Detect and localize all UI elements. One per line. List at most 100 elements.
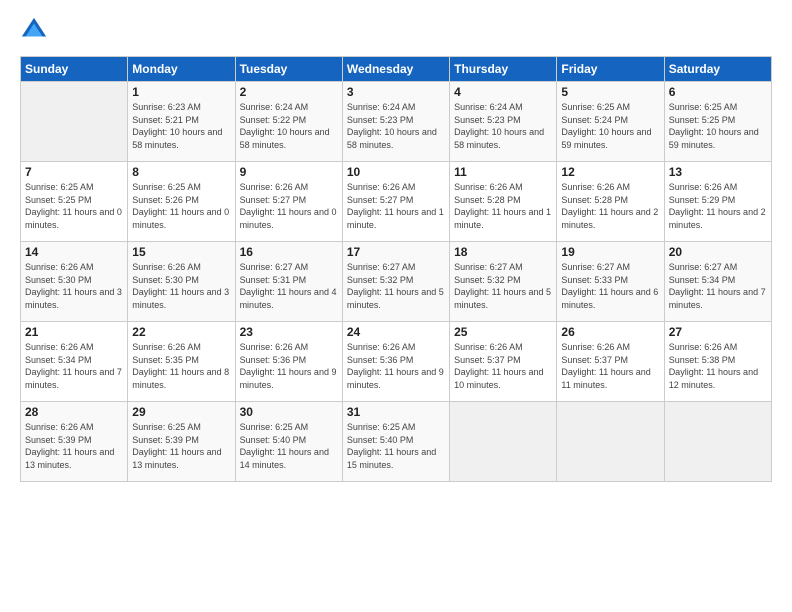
day-number: 21 bbox=[25, 325, 123, 339]
day-info: Sunrise: 6:25 AMSunset: 5:25 PMDaylight:… bbox=[669, 101, 767, 151]
day-info: Sunrise: 6:26 AMSunset: 5:36 PMDaylight:… bbox=[347, 341, 445, 391]
day-info: Sunrise: 6:24 AMSunset: 5:22 PMDaylight:… bbox=[240, 101, 338, 151]
day-info: Sunrise: 6:26 AMSunset: 5:37 PMDaylight:… bbox=[561, 341, 659, 391]
day-number: 11 bbox=[454, 165, 552, 179]
header bbox=[20, 16, 772, 44]
calendar-cell bbox=[21, 82, 128, 162]
page: SundayMondayTuesdayWednesdayThursdayFrid… bbox=[0, 0, 792, 612]
calendar-cell: 26 Sunrise: 6:26 AMSunset: 5:37 PMDayligh… bbox=[557, 322, 664, 402]
calendar-header-row: SundayMondayTuesdayWednesdayThursdayFrid… bbox=[21, 57, 772, 82]
day-number: 25 bbox=[454, 325, 552, 339]
day-number: 20 bbox=[669, 245, 767, 259]
weekday-header-saturday: Saturday bbox=[664, 57, 771, 82]
day-number: 15 bbox=[132, 245, 230, 259]
day-number: 31 bbox=[347, 405, 445, 419]
day-info: Sunrise: 6:25 AMSunset: 5:40 PMDaylight:… bbox=[347, 421, 445, 471]
calendar-cell: 19Sunrise: 6:27 AMSunset: 5:33 PMDayligh… bbox=[557, 242, 664, 322]
day-number: 19 bbox=[561, 245, 659, 259]
calendar-cell: 17 Sunrise: 6:27 AMSunset: 5:32 PMDayligh… bbox=[342, 242, 449, 322]
day-number: 13 bbox=[669, 165, 767, 179]
calendar-cell: 8 Sunrise: 6:25 AMSunset: 5:26 PMDaylight… bbox=[128, 162, 235, 242]
day-number: 17 bbox=[347, 245, 445, 259]
calendar-week-row: 7Sunrise: 6:25 AMSunset: 5:25 PMDaylight… bbox=[21, 162, 772, 242]
day-number: 6 bbox=[669, 85, 767, 99]
day-number: 5 bbox=[561, 85, 659, 99]
calendar-cell: 24 Sunrise: 6:26 AMSunset: 5:36 PMDayligh… bbox=[342, 322, 449, 402]
day-info: Sunrise: 6:26 AMSunset: 5:34 PMDaylight:… bbox=[25, 341, 123, 391]
day-number: 27 bbox=[669, 325, 767, 339]
day-number: 7 bbox=[25, 165, 123, 179]
calendar-week-row: 21 Sunrise: 6:26 AMSunset: 5:34 PMDayligh… bbox=[21, 322, 772, 402]
day-info: Sunrise: 6:26 AMSunset: 5:29 PMDaylight:… bbox=[669, 181, 767, 231]
day-number: 24 bbox=[347, 325, 445, 339]
calendar-cell: 21 Sunrise: 6:26 AMSunset: 5:34 PMDayligh… bbox=[21, 322, 128, 402]
calendar-cell: 28 Sunrise: 6:26 AMSunset: 5:39 PMDayligh… bbox=[21, 402, 128, 482]
calendar-cell: 16Sunrise: 6:27 AMSunset: 5:31 PMDayligh… bbox=[235, 242, 342, 322]
day-info: Sunrise: 6:25 AMSunset: 5:24 PMDaylight:… bbox=[561, 101, 659, 151]
day-info: Sunrise: 6:26 AMSunset: 5:36 PMDaylight:… bbox=[240, 341, 338, 391]
calendar-week-row: 14 Sunrise: 6:26 AMSunset: 5:30 PMDayligh… bbox=[21, 242, 772, 322]
calendar-cell: 11 Sunrise: 6:26 AMSunset: 5:28 PMDayligh… bbox=[450, 162, 557, 242]
weekday-header-friday: Friday bbox=[557, 57, 664, 82]
calendar-cell: 13 Sunrise: 6:26 AMSunset: 5:29 PMDayligh… bbox=[664, 162, 771, 242]
logo-icon bbox=[20, 16, 48, 44]
calendar-cell bbox=[557, 402, 664, 482]
day-info: Sunrise: 6:26 AMSunset: 5:27 PMDaylight:… bbox=[240, 181, 338, 231]
day-info: Sunrise: 6:27 AMSunset: 5:32 PMDaylight:… bbox=[347, 261, 445, 311]
calendar-cell: 15 Sunrise: 6:26 AMSunset: 5:30 PMDayligh… bbox=[128, 242, 235, 322]
calendar-cell: 20Sunrise: 6:27 AMSunset: 5:34 PMDayligh… bbox=[664, 242, 771, 322]
calendar-cell: 30 Sunrise: 6:25 AMSunset: 5:40 PMDayligh… bbox=[235, 402, 342, 482]
calendar-cell: 9Sunrise: 6:26 AMSunset: 5:27 PMDaylight… bbox=[235, 162, 342, 242]
logo bbox=[20, 16, 52, 44]
calendar-week-row: 28 Sunrise: 6:26 AMSunset: 5:39 PMDayligh… bbox=[21, 402, 772, 482]
day-number: 22 bbox=[132, 325, 230, 339]
day-number: 2 bbox=[240, 85, 338, 99]
day-number: 23 bbox=[240, 325, 338, 339]
day-number: 3 bbox=[347, 85, 445, 99]
day-info: Sunrise: 6:26 AMSunset: 5:39 PMDaylight:… bbox=[25, 421, 123, 471]
calendar-cell: 22 Sunrise: 6:26 AMSunset: 5:35 PMDayligh… bbox=[128, 322, 235, 402]
calendar-cell: 14 Sunrise: 6:26 AMSunset: 5:30 PMDayligh… bbox=[21, 242, 128, 322]
calendar-cell: 6 Sunrise: 6:25 AMSunset: 5:25 PMDaylight… bbox=[664, 82, 771, 162]
day-info: Sunrise: 6:26 AMSunset: 5:30 PMDaylight:… bbox=[25, 261, 123, 311]
day-info: Sunrise: 6:27 AMSunset: 5:32 PMDaylight:… bbox=[454, 261, 552, 311]
day-number: 26 bbox=[561, 325, 659, 339]
day-number: 28 bbox=[25, 405, 123, 419]
day-number: 4 bbox=[454, 85, 552, 99]
day-number: 29 bbox=[132, 405, 230, 419]
day-info: Sunrise: 6:26 AMSunset: 5:28 PMDaylight:… bbox=[454, 181, 552, 231]
weekday-header-tuesday: Tuesday bbox=[235, 57, 342, 82]
weekday-header-monday: Monday bbox=[128, 57, 235, 82]
weekday-header-wednesday: Wednesday bbox=[342, 57, 449, 82]
day-info: Sunrise: 6:26 AMSunset: 5:27 PMDaylight:… bbox=[347, 181, 445, 231]
calendar-cell bbox=[450, 402, 557, 482]
calendar-cell: 23 Sunrise: 6:26 AMSunset: 5:36 PMDayligh… bbox=[235, 322, 342, 402]
calendar-cell: 3Sunrise: 6:24 AMSunset: 5:23 PMDaylight… bbox=[342, 82, 449, 162]
calendar-table: SundayMondayTuesdayWednesdayThursdayFrid… bbox=[20, 56, 772, 482]
day-info: Sunrise: 6:25 AMSunset: 5:40 PMDaylight:… bbox=[240, 421, 338, 471]
day-info: Sunrise: 6:25 AMSunset: 5:26 PMDaylight:… bbox=[132, 181, 230, 231]
calendar-cell: 12Sunrise: 6:26 AMSunset: 5:28 PMDayligh… bbox=[557, 162, 664, 242]
day-number: 30 bbox=[240, 405, 338, 419]
day-number: 14 bbox=[25, 245, 123, 259]
day-number: 8 bbox=[132, 165, 230, 179]
calendar-cell: 31 Sunrise: 6:25 AMSunset: 5:40 PMDayligh… bbox=[342, 402, 449, 482]
calendar-cell: 10 Sunrise: 6:26 AMSunset: 5:27 PMDayligh… bbox=[342, 162, 449, 242]
calendar-cell: 29 Sunrise: 6:25 AMSunset: 5:39 PMDayligh… bbox=[128, 402, 235, 482]
calendar-cell: 4 Sunrise: 6:24 AMSunset: 5:23 PMDaylight… bbox=[450, 82, 557, 162]
calendar-cell: 1Sunrise: 6:23 AMSunset: 5:21 PMDaylight… bbox=[128, 82, 235, 162]
day-number: 10 bbox=[347, 165, 445, 179]
calendar-cell bbox=[664, 402, 771, 482]
day-info: Sunrise: 6:26 AMSunset: 5:37 PMDaylight:… bbox=[454, 341, 552, 391]
weekday-header-sunday: Sunday bbox=[21, 57, 128, 82]
calendar-cell: 25 Sunrise: 6:26 AMSunset: 5:37 PMDayligh… bbox=[450, 322, 557, 402]
calendar-week-row: 1Sunrise: 6:23 AMSunset: 5:21 PMDaylight… bbox=[21, 82, 772, 162]
calendar-cell: 18Sunrise: 6:27 AMSunset: 5:32 PMDayligh… bbox=[450, 242, 557, 322]
day-info: Sunrise: 6:26 AMSunset: 5:30 PMDaylight:… bbox=[132, 261, 230, 311]
day-number: 12 bbox=[561, 165, 659, 179]
day-info: Sunrise: 6:24 AMSunset: 5:23 PMDaylight:… bbox=[454, 101, 552, 151]
day-info: Sunrise: 6:25 AMSunset: 5:39 PMDaylight:… bbox=[132, 421, 230, 471]
day-info: Sunrise: 6:26 AMSunset: 5:38 PMDaylight:… bbox=[669, 341, 767, 391]
day-info: Sunrise: 6:27 AMSunset: 5:31 PMDaylight:… bbox=[240, 261, 338, 311]
day-info: Sunrise: 6:26 AMSunset: 5:35 PMDaylight:… bbox=[132, 341, 230, 391]
